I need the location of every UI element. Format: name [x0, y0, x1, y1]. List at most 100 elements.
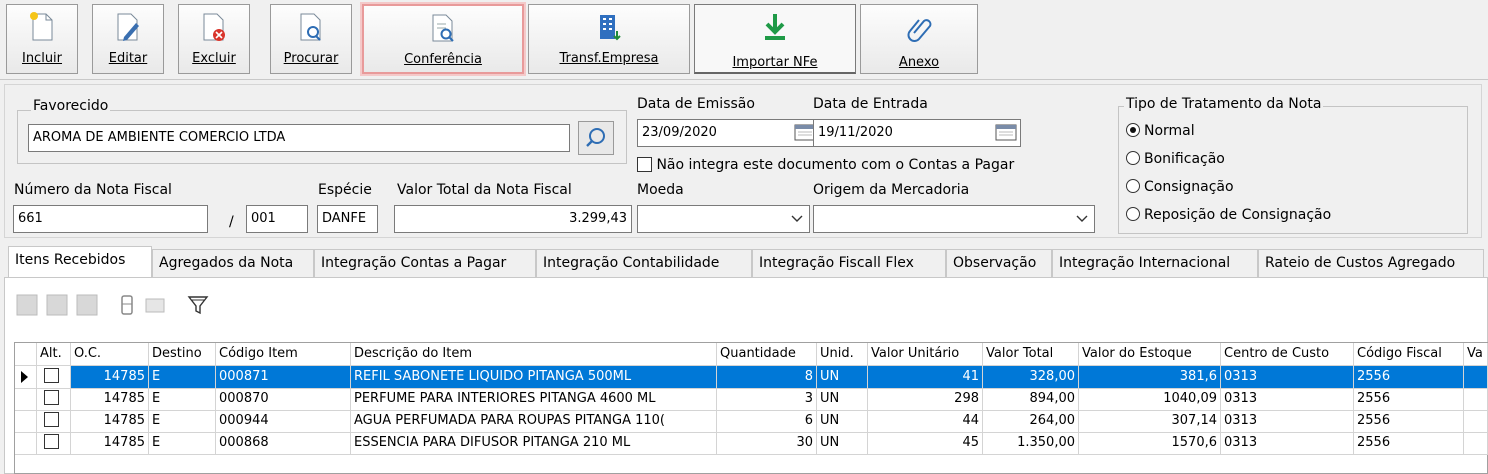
cell-quantidade[interactable]: 6 [717, 410, 817, 433]
cell-destino[interactable]: E [149, 410, 216, 433]
radio-bonificacao[interactable]: Bonificação [1126, 151, 1225, 167]
cell-centro-custo[interactable]: 0313 [1221, 410, 1354, 433]
radio-normal[interactable]: Normal [1126, 123, 1195, 139]
tab-integracao-internacional[interactable]: Integração Internacional [1052, 249, 1258, 277]
cell-codigo-item[interactable]: 000870 [216, 388, 351, 411]
cell-va[interactable] [1464, 410, 1488, 433]
tab-rateio-custos-agregado[interactable]: Rateio de Custos Agregado [1258, 249, 1484, 277]
favorecido-field[interactable]: AROMA DE AMBIENTE COMERCIO LTDA [28, 124, 570, 152]
especie-field[interactable]: DANFE [317, 205, 378, 233]
tab-integracao-contas-a-pagar[interactable]: Integração Contas a Pagar [314, 249, 536, 277]
radio-consignacao[interactable]: Consignação [1126, 179, 1234, 195]
anexo-button[interactable]: Anexo [860, 4, 978, 74]
data-entrada-field[interactable]: 19/11/2020 [813, 119, 1021, 147]
cell-oc[interactable]: 14785 [71, 432, 149, 455]
tab-integracao-fiscall-flex[interactable]: Integração Fiscall Flex [752, 249, 946, 277]
cell-valor-unitario[interactable]: 44 [868, 410, 983, 433]
cell-centro-custo[interactable]: 0313 [1221, 432, 1354, 455]
row-alt-checkbox[interactable] [37, 388, 71, 411]
tab-itens-recebidos[interactable]: Itens Recebidos [8, 246, 152, 277]
cell-descricao[interactable]: ESSENCIA PARA DIFUSOR PITANGA 210 ML [351, 432, 717, 455]
nao-integra-check[interactable] [637, 157, 652, 172]
tab-integracao-contabilidade[interactable]: Integração Contabilidade [536, 249, 752, 277]
cell-va[interactable] [1464, 432, 1488, 455]
cell-valor-total[interactable]: 328,00 [983, 366, 1079, 389]
cell-descricao[interactable]: AGUA PERFUMADA PARA ROUPAS PITANGA 110( [351, 410, 717, 433]
header-codigo-item[interactable]: Código Item [216, 343, 351, 366]
cell-centro-custo[interactable]: 0313 [1221, 388, 1354, 411]
delete-item-icon[interactable] [74, 292, 100, 318]
cell-valor-estoque[interactable]: 307,14 [1079, 410, 1221, 433]
incluir-button[interactable]: Incluir [6, 4, 78, 74]
favorecido-search-button[interactable] [578, 121, 614, 155]
header-valor-unitario[interactable]: Valor Unitário [868, 343, 983, 366]
header-destino[interactable]: Destino [149, 343, 216, 366]
tab-observacao[interactable]: Observação [946, 249, 1052, 277]
cell-oc[interactable]: 14785 [71, 388, 149, 411]
checkbox[interactable] [44, 434, 59, 449]
row-alt-checkbox[interactable] [37, 410, 71, 433]
header-alt[interactable]: Alt. [37, 343, 71, 366]
cell-valor-estoque[interactable]: 381,6 [1079, 366, 1221, 389]
tab-agregados-da-nota[interactable]: Agregados da Nota [152, 249, 314, 277]
cell-va[interactable] [1464, 366, 1488, 389]
cell-quantidade[interactable]: 8 [717, 366, 817, 389]
conferencia-button[interactable]: Conferência [362, 4, 524, 74]
serie-field[interactable]: 001 [246, 205, 308, 233]
cell-codigo-fiscal[interactable]: 2556 [1354, 410, 1464, 433]
header-unid[interactable]: Unid. [817, 343, 868, 366]
cell-codigo-fiscal[interactable]: 2556 [1354, 366, 1464, 389]
header-codigo-fiscal[interactable]: Código Fiscal [1354, 343, 1464, 366]
cell-valor-total[interactable]: 264,00 [983, 410, 1079, 433]
row-alt-checkbox[interactable] [37, 366, 71, 389]
cell-quantidade[interactable]: 30 [717, 432, 817, 455]
cell-codigo-item[interactable]: 000871 [216, 366, 351, 389]
cell-destino[interactable]: E [149, 366, 216, 389]
cell-valor-unitario[interactable]: 298 [868, 388, 983, 411]
nao-integra-checkbox[interactable]: Não integra este documento com o Contas … [637, 157, 1014, 173]
moeda-select[interactable] [637, 205, 810, 233]
cell-unid[interactable]: UN [817, 366, 868, 389]
cell-valor-total[interactable]: 894,00 [983, 388, 1079, 411]
cell-codigo-item[interactable]: 000868 [216, 432, 351, 455]
cell-unid[interactable]: UN [817, 432, 868, 455]
edit-item-icon[interactable] [44, 292, 70, 318]
checkbox[interactable] [44, 368, 59, 383]
editar-button[interactable]: Editar [92, 4, 164, 74]
header-centro-custo[interactable]: Centro de Custo [1221, 343, 1354, 366]
cell-valor-unitario[interactable]: 45 [868, 432, 983, 455]
column-icon[interactable] [116, 292, 138, 318]
checkbox[interactable] [44, 390, 59, 405]
cell-valor-estoque[interactable]: 1040,09 [1079, 388, 1221, 411]
add-item-icon[interactable] [14, 292, 40, 318]
cell-va[interactable] [1464, 388, 1488, 411]
procurar-button[interactable]: Procurar [270, 4, 352, 74]
cell-descricao[interactable]: PERFUME PARA INTERIORES PITANGA 4600 ML [351, 388, 717, 411]
origem-select[interactable] [813, 205, 1095, 233]
header-valor-estoque[interactable]: Valor do Estoque [1079, 343, 1221, 366]
excluir-button[interactable]: Excluir [178, 4, 250, 74]
filter-icon[interactable] [184, 292, 212, 318]
calendar-icon[interactable] [995, 123, 1017, 141]
cell-unid[interactable]: UN [817, 410, 868, 433]
checkbox[interactable] [44, 412, 59, 427]
radio-reposicao-consignacao[interactable]: Reposição de Consignação [1126, 207, 1331, 223]
cell-codigo-fiscal[interactable]: 2556 [1354, 388, 1464, 411]
cell-oc[interactable]: 14785 [71, 410, 149, 433]
header-valor-total[interactable]: Valor Total [983, 343, 1079, 366]
cell-centro-custo[interactable]: 0313 [1221, 366, 1354, 389]
valor-total-field[interactable]: 3.299,43 [394, 205, 632, 233]
header-va[interactable]: Va [1464, 343, 1488, 366]
header-descricao[interactable]: Descrição do Item [351, 343, 717, 366]
row-alt-checkbox[interactable] [37, 432, 71, 455]
transf-empresa-button[interactable]: Transf.Empresa [528, 4, 690, 74]
cell-valor-estoque[interactable]: 1570,6 [1079, 432, 1221, 455]
numero-nf-field[interactable]: 661 [13, 205, 208, 233]
importar-nfe-button[interactable]: Importar NFe [694, 4, 856, 74]
image-icon[interactable] [142, 292, 168, 318]
cell-descricao[interactable]: REFIL SABONETE LIQUIDO PITANGA 500ML [351, 366, 717, 389]
cell-codigo-fiscal[interactable]: 2556 [1354, 432, 1464, 455]
cell-codigo-item[interactable]: 000944 [216, 410, 351, 433]
cell-quantidade[interactable]: 3 [717, 388, 817, 411]
cell-valor-unitario[interactable]: 41 [868, 366, 983, 389]
